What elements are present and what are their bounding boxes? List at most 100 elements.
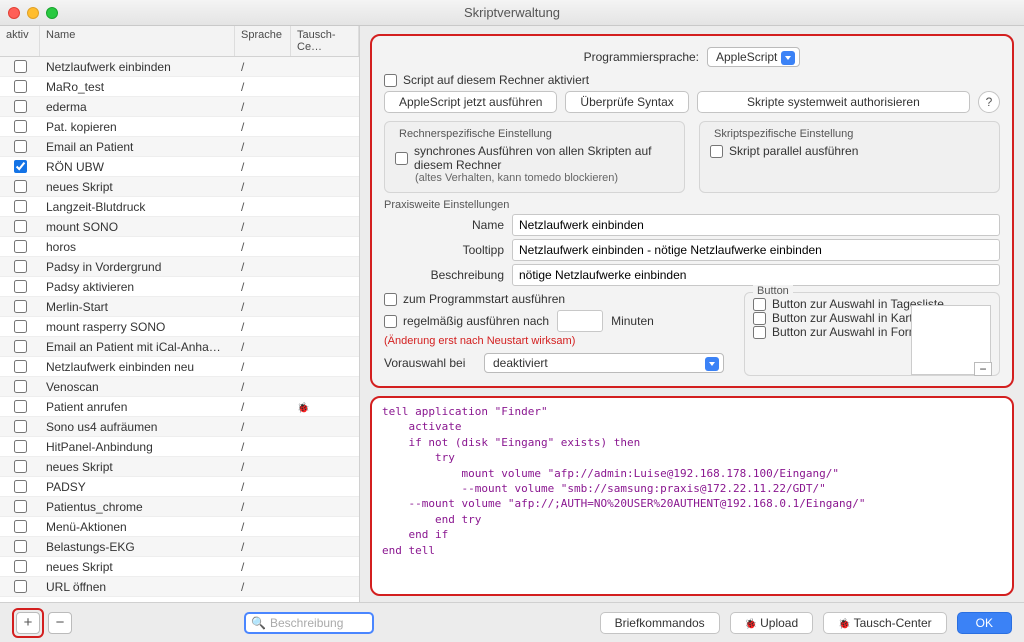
startup-checkbox[interactable] — [384, 293, 397, 306]
row-active-checkbox[interactable] — [14, 200, 27, 213]
col-name[interactable]: Name — [40, 26, 235, 56]
row-active-checkbox[interactable] — [14, 580, 27, 593]
table-row[interactable]: neues Skript/ — [0, 557, 359, 577]
parallel-checkbox[interactable] — [710, 145, 723, 158]
table-row[interactable]: Merlin-Start/ — [0, 297, 359, 317]
row-tausch — [291, 585, 359, 589]
row-tausch — [291, 145, 359, 149]
table-row[interactable]: MaRo_test/ — [0, 77, 359, 97]
row-active-checkbox[interactable] — [14, 60, 27, 73]
preselect-select[interactable]: deaktiviert — [484, 353, 724, 373]
table-row[interactable]: neues Skript/ — [0, 457, 359, 477]
row-tausch — [291, 545, 359, 549]
table-row[interactable]: Netzlaufwerk einbinden/ — [0, 57, 359, 77]
row-tausch — [291, 325, 359, 329]
row-active-checkbox[interactable] — [14, 320, 27, 333]
row-active-checkbox[interactable] — [14, 180, 27, 193]
lang-select[interactable]: AppleScript — [707, 47, 800, 67]
table-row[interactable]: Venoscan/ — [0, 377, 359, 397]
row-active-checkbox[interactable] — [14, 420, 27, 433]
row-active-checkbox[interactable] — [14, 240, 27, 253]
sync-checkbox[interactable] — [395, 152, 408, 165]
btn-kartei-checkbox[interactable] — [753, 312, 766, 325]
row-active-checkbox[interactable] — [14, 460, 27, 473]
authorize-button[interactable]: Skripte systemweit authorisieren — [697, 91, 970, 113]
tausch-center-button[interactable]: 🐞Tausch-Center — [823, 612, 947, 634]
table-row[interactable]: HitPanel-Anbindung/ — [0, 437, 359, 457]
table-row[interactable]: Patientus_chrome/ — [0, 497, 359, 517]
table-row[interactable]: Email an Patient mit iCal-Anha…/ — [0, 337, 359, 357]
row-active-checkbox[interactable] — [14, 480, 27, 493]
table-row[interactable]: Netzlaufwerk einbinden neu/ — [0, 357, 359, 377]
table-row[interactable]: horos/ — [0, 237, 359, 257]
table-row[interactable]: PADSY/ — [0, 477, 359, 497]
active-checkbox[interactable] — [384, 74, 397, 87]
row-active-checkbox[interactable] — [14, 280, 27, 293]
table-row[interactable]: Belastungs-EKG/ — [0, 537, 359, 557]
col-tausch[interactable]: Tausch-Ce… — [291, 26, 359, 56]
name-field[interactable] — [512, 214, 1000, 236]
syntax-button[interactable]: Überprüfe Syntax — [565, 91, 688, 113]
ok-button[interactable]: OK — [957, 612, 1012, 634]
table-row[interactable]: Menü-Aktionen/ — [0, 517, 359, 537]
table-row[interactable]: URL öffnen/ — [0, 577, 359, 597]
row-sprache: / — [235, 538, 291, 556]
remove-preview-button[interactable]: − — [974, 362, 992, 376]
table-row[interactable]: Langzeit-Blutdruck/ — [0, 197, 359, 217]
table-row[interactable]: Padsy aktivieren/ — [0, 277, 359, 297]
table-row[interactable]: mount SONO/ — [0, 217, 359, 237]
row-active-checkbox[interactable] — [14, 500, 27, 513]
row-active-checkbox[interactable] — [14, 100, 27, 113]
row-active-checkbox[interactable] — [14, 440, 27, 453]
table-row[interactable]: Patient anrufen/🐞 — [0, 397, 359, 417]
regular-checkbox[interactable] — [384, 315, 397, 328]
row-sprache: / — [235, 78, 291, 96]
run-button[interactable]: AppleScript jetzt ausführen — [384, 91, 557, 113]
row-sprache: / — [235, 58, 291, 76]
table-row[interactable]: neues Skript/ — [0, 177, 359, 197]
table-row[interactable]: mount rasperry SONO/ — [0, 317, 359, 337]
help-button[interactable]: ? — [978, 91, 1000, 113]
table-row[interactable]: RÖN UBW/ — [0, 157, 359, 177]
row-sprache: / — [235, 218, 291, 236]
row-active-checkbox[interactable] — [14, 380, 27, 393]
code-editor[interactable]: tell application "Finder" activate if no… — [370, 396, 1014, 596]
remove-script-button[interactable]: − — [48, 612, 72, 634]
tooltip-field[interactable] — [512, 239, 1000, 261]
row-sprache: / — [235, 458, 291, 476]
row-active-checkbox[interactable] — [14, 260, 27, 273]
upload-button[interactable]: 🐞Upload — [730, 612, 813, 634]
table-row[interactable]: Pat. kopieren/ — [0, 117, 359, 137]
btn-formular-checkbox[interactable] — [753, 326, 766, 339]
briefkommandos-button[interactable]: Briefkommandos — [600, 612, 720, 634]
row-active-checkbox[interactable] — [14, 160, 27, 173]
col-aktiv[interactable]: aktiv — [0, 26, 40, 56]
row-active-checkbox[interactable] — [14, 400, 27, 413]
row-active-checkbox[interactable] — [14, 140, 27, 153]
row-name: Patientus_chrome — [40, 498, 235, 516]
row-active-checkbox[interactable] — [14, 540, 27, 553]
row-tausch — [291, 345, 359, 349]
row-active-checkbox[interactable] — [14, 220, 27, 233]
row-active-checkbox[interactable] — [14, 300, 27, 313]
row-active-checkbox[interactable] — [14, 520, 27, 533]
row-active-checkbox[interactable] — [14, 560, 27, 573]
table-row[interactable]: Sono us4 aufräumen/ — [0, 417, 359, 437]
col-sprache[interactable]: Sprache — [235, 26, 291, 56]
minutes-label: Minuten — [611, 314, 654, 328]
code-content[interactable]: tell application "Finder" activate if no… — [382, 404, 1002, 558]
search-input[interactable]: 🔍 Beschreibung — [244, 612, 374, 634]
row-active-checkbox[interactable] — [14, 120, 27, 133]
parallel-label: Skript parallel ausführen — [729, 144, 858, 158]
desc-field[interactable] — [512, 264, 1000, 286]
minutes-field[interactable] — [557, 310, 603, 332]
row-active-checkbox[interactable] — [14, 360, 27, 373]
row-active-checkbox[interactable] — [14, 340, 27, 353]
table-row[interactable]: Email an Patient/ — [0, 137, 359, 157]
add-script-button[interactable]: + — [16, 612, 40, 634]
table-row[interactable]: Padsy in Vordergrund/ — [0, 257, 359, 277]
row-active-checkbox[interactable] — [14, 80, 27, 93]
btn-tagesliste-checkbox[interactable] — [753, 298, 766, 311]
lang-label: Programmiersprache: — [584, 50, 699, 64]
table-row[interactable]: ederma/ — [0, 97, 359, 117]
